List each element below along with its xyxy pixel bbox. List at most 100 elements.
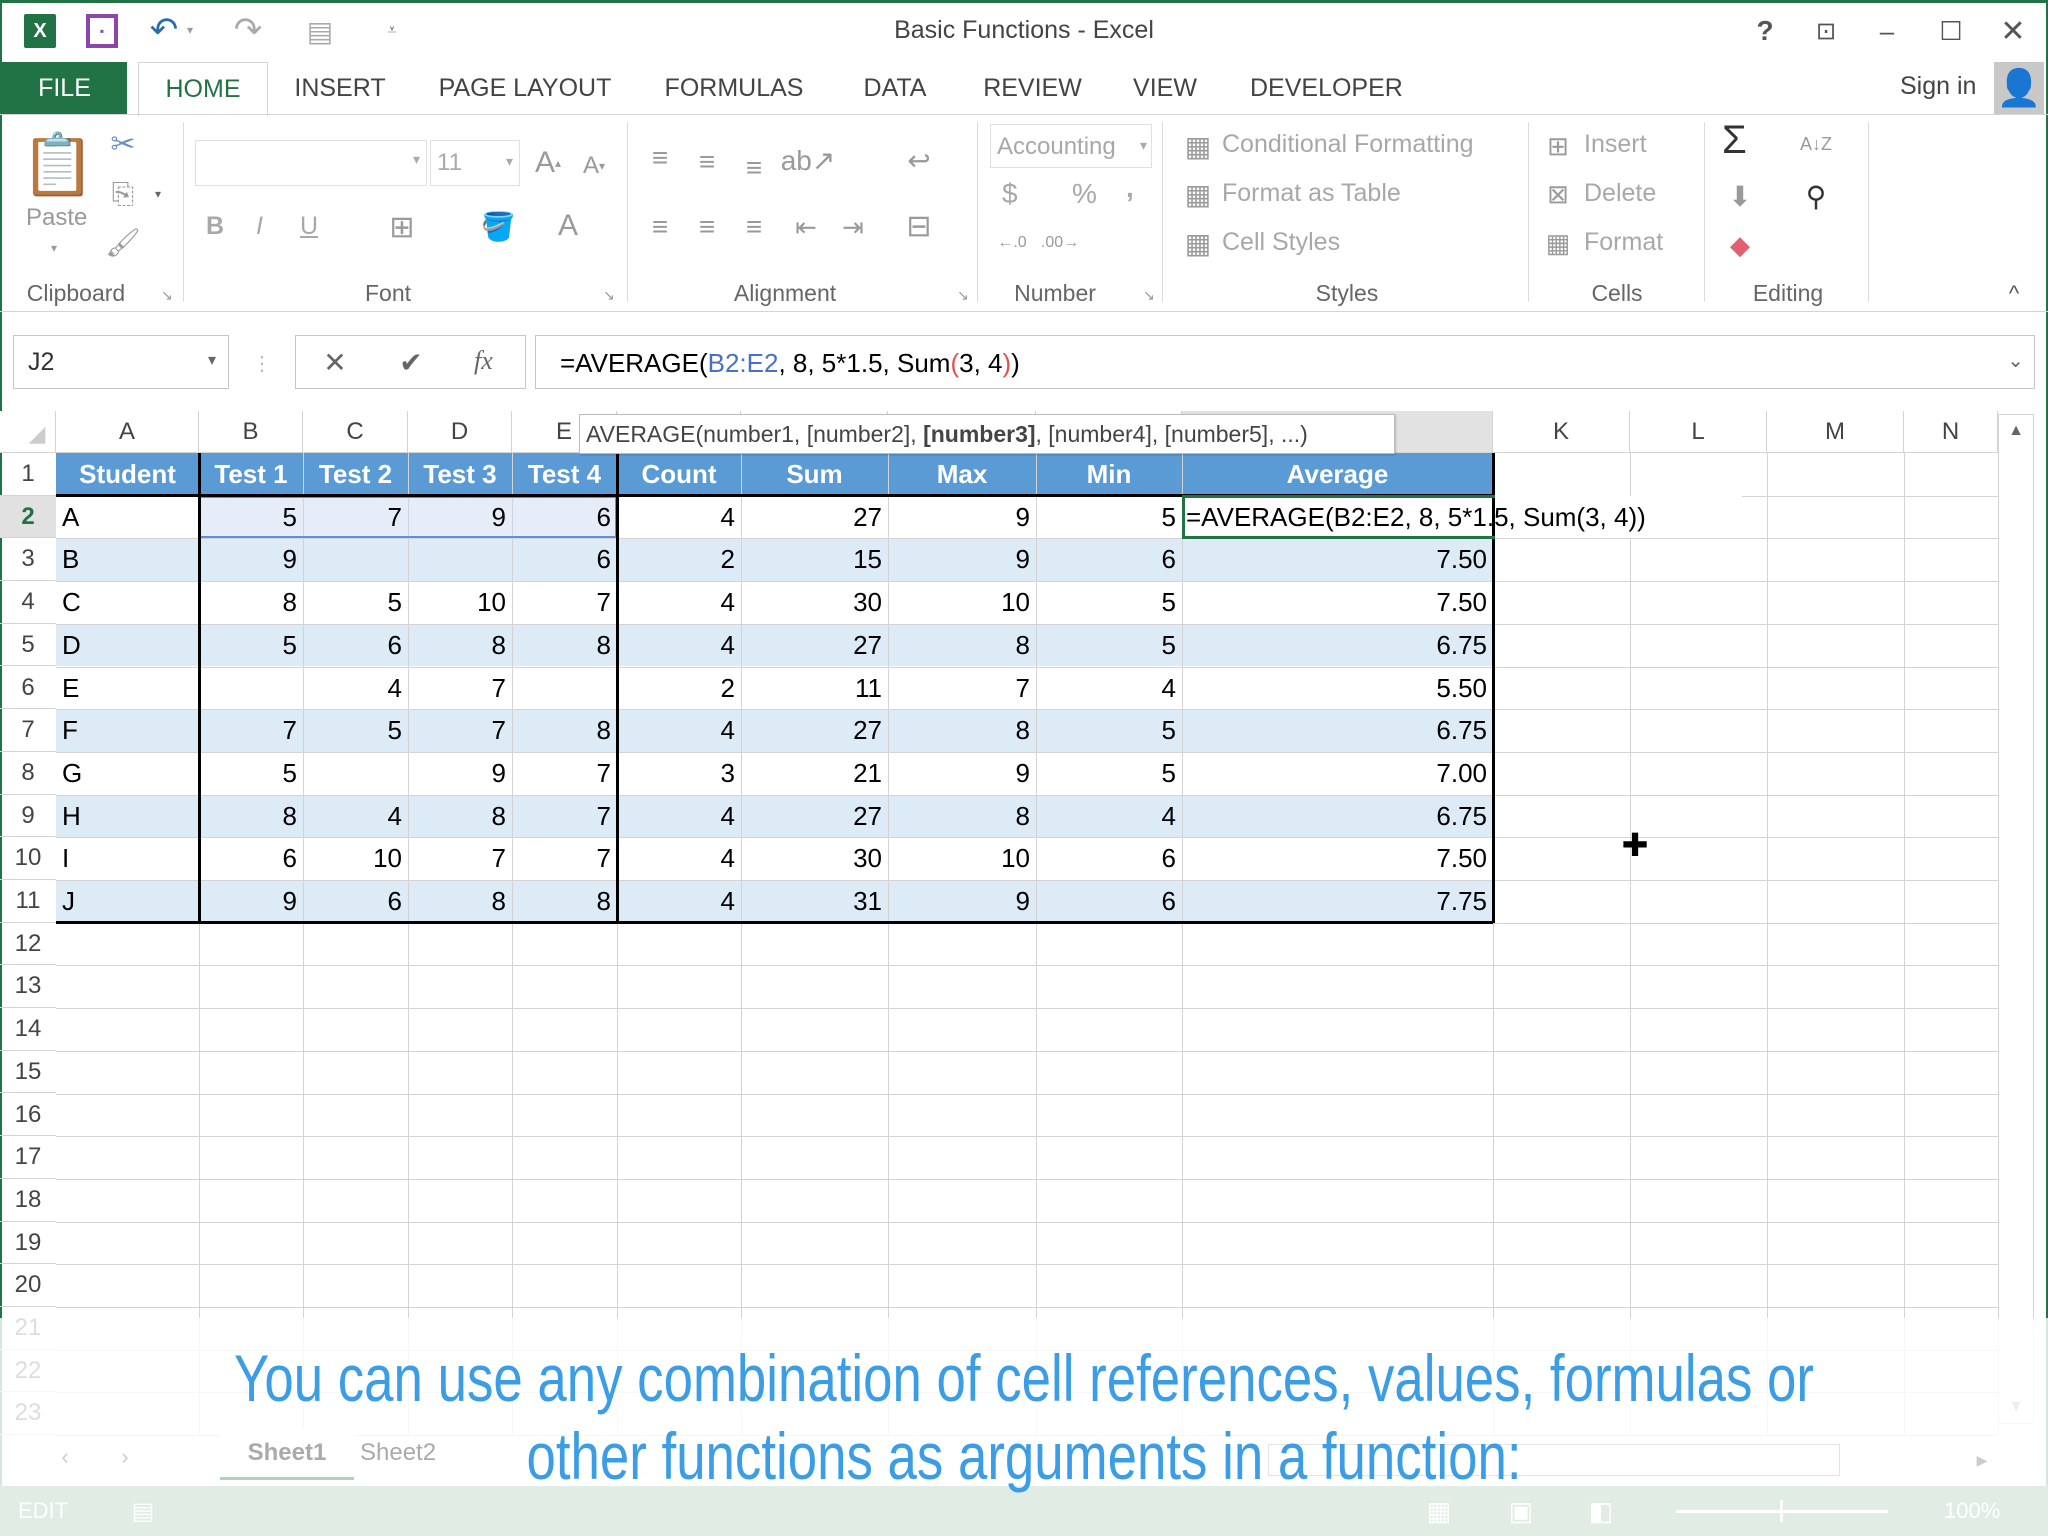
align-right-icon[interactable]: ≡ xyxy=(739,208,769,246)
row-header-4[interactable]: 4 xyxy=(0,581,56,624)
tab-review[interactable]: REVIEW xyxy=(980,62,1085,114)
tab-home[interactable]: HOME xyxy=(138,62,268,116)
table-cell[interactable]: 27 xyxy=(741,496,888,539)
decrease-indent-icon[interactable]: ⇤ xyxy=(790,208,822,246)
underline-button[interactable]: U xyxy=(300,212,318,241)
normal-view-icon[interactable]: ▦ xyxy=(1422,1494,1456,1528)
column-header-N[interactable]: N xyxy=(1904,411,1998,453)
row-header-19[interactable]: 19 xyxy=(0,1222,56,1265)
table-cell[interactable]: 9 xyxy=(199,880,303,923)
copy-icon[interactable]: ⎘ xyxy=(106,176,140,212)
table-header-cell[interactable]: Sum xyxy=(741,453,888,496)
number-launcher-icon[interactable]: ↘ xyxy=(1140,286,1158,304)
table-cell[interactable]: A xyxy=(56,496,199,539)
table-header-cell[interactable]: Max xyxy=(888,453,1036,496)
format-cells-icon[interactable]: ▦ xyxy=(1540,225,1576,261)
table-cell[interactable]: 9 xyxy=(888,496,1036,539)
table-cell[interactable]: 8 xyxy=(408,795,512,838)
row-header-1[interactable]: 1 xyxy=(0,453,56,496)
table-cell[interactable]: I xyxy=(56,837,199,880)
tab-file[interactable]: FILE xyxy=(2,62,127,114)
table-header-cell[interactable]: Test 4 xyxy=(512,453,617,496)
table-cell[interactable]: C xyxy=(56,581,199,624)
tab-page-layout[interactable]: PAGE LAYOUT xyxy=(435,62,615,114)
minimize-icon[interactable]: – xyxy=(1872,16,1902,46)
insert-cells-icon[interactable]: ⊞ xyxy=(1540,128,1576,164)
table-cell[interactable]: 4 xyxy=(617,709,741,752)
tab-developer[interactable]: DEVELOPER xyxy=(1250,62,1403,114)
prev-sheet-icon[interactable]: ‹ xyxy=(50,1440,80,1474)
table-cell[interactable]: 4 xyxy=(1036,667,1182,710)
table-cell[interactable]: 5 xyxy=(1036,624,1182,667)
percent-button[interactable]: % xyxy=(1072,178,1097,210)
table-cell[interactable]: 8 xyxy=(408,880,512,923)
bottom-align-icon[interactable]: ≡ xyxy=(739,150,769,186)
middle-align-icon[interactable]: ≡ xyxy=(692,144,722,180)
active-cell-editor[interactable]: =AVERAGE(B2:E2, 8, 5*1.5, Sum(3, 4)) xyxy=(1182,495,1742,539)
table-header-cell[interactable]: Test 2 xyxy=(303,453,408,496)
table-cell[interactable]: 30 xyxy=(741,837,888,880)
font-launcher-icon[interactable]: ↘ xyxy=(600,286,618,304)
increase-decimal-icon[interactable]: ←.0 xyxy=(992,226,1032,260)
table-header-cell[interactable]: Test 3 xyxy=(408,453,512,496)
page-layout-view-icon[interactable]: ▣ xyxy=(1504,1494,1538,1528)
cancel-icon[interactable]: ✕ xyxy=(318,344,352,380)
number-format-dropdown[interactable]: Accounting ▾ xyxy=(990,124,1152,168)
table-cell[interactable]: 5.50 xyxy=(1182,667,1493,710)
table-cell[interactable]: B xyxy=(56,538,199,581)
table-cell[interactable]: 10 xyxy=(888,837,1036,880)
page-break-view-icon[interactable]: ◧ xyxy=(1584,1494,1618,1528)
row-header-12[interactable]: 12 xyxy=(0,923,56,966)
currency-button[interactable]: $ xyxy=(1002,178,1018,210)
bold-button[interactable]: B xyxy=(206,212,224,241)
sign-in-link[interactable]: Sign in xyxy=(1900,72,1976,101)
table-cell[interactable]: 8 xyxy=(888,709,1036,752)
table-cell[interactable]: 5 xyxy=(303,581,408,624)
table-cell[interactable]: 3 xyxy=(617,752,741,795)
table-cell[interactable]: 6 xyxy=(303,624,408,667)
row-header-5[interactable]: 5 xyxy=(0,624,56,667)
name-box[interactable]: J2 ▾ xyxy=(13,335,229,389)
row-header-9[interactable]: 9 xyxy=(0,795,56,838)
zoom-level[interactable]: 100% xyxy=(1944,1498,2000,1524)
table-cell[interactable]: 9 xyxy=(408,752,512,795)
cell-styles-icon[interactable]: ▦ xyxy=(1180,225,1216,261)
row-header-14[interactable]: 14 xyxy=(0,1008,56,1051)
formula-input[interactable]: =AVERAGE(B2:E2, 8, 5*1.5, Sum(3, 4)) ⌄ xyxy=(535,335,2035,389)
fill-icon[interactable]: ⬇ xyxy=(1722,176,1758,216)
delete-cells-button[interactable]: Delete xyxy=(1584,179,1656,208)
row-header-20[interactable]: 20 xyxy=(0,1264,56,1307)
ribbon-display-options-icon[interactable]: ⊡ xyxy=(1810,16,1842,46)
paste-dropdown-icon[interactable]: ▾ xyxy=(46,240,62,256)
insert-cells-button[interactable]: Insert xyxy=(1584,130,1647,159)
table-cell[interactable]: 7 xyxy=(408,837,512,880)
table-cell[interactable]: 5 xyxy=(199,624,303,667)
row-header-17[interactable]: 17 xyxy=(0,1136,56,1179)
column-header-M[interactable]: M xyxy=(1767,411,1904,453)
cut-icon[interactable]: ✂ xyxy=(106,126,140,162)
format-as-table-button[interactable]: Format as Table xyxy=(1222,179,1401,208)
column-header-A[interactable]: A xyxy=(56,411,199,453)
table-cell[interactable]: F xyxy=(56,709,199,752)
scroll-up-icon[interactable]: ▲ xyxy=(2000,416,2032,446)
user-avatar-icon[interactable]: 👤 xyxy=(1994,62,2044,114)
increase-indent-icon[interactable]: ⇥ xyxy=(837,208,869,246)
table-cell[interactable]: 30 xyxy=(741,581,888,624)
table-cell[interactable]: 7.50 xyxy=(1182,837,1493,880)
table-cell[interactable]: 6 xyxy=(512,496,617,539)
table-cell[interactable]: 7 xyxy=(408,667,512,710)
table-cell[interactable]: 21 xyxy=(741,752,888,795)
table-cell[interactable]: 5 xyxy=(199,496,303,539)
tab-view[interactable]: VIEW xyxy=(1125,62,1205,114)
table-cell[interactable]: 5 xyxy=(303,709,408,752)
table-cell[interactable]: 6 xyxy=(512,538,617,581)
font-name-box[interactable]: ▾ xyxy=(195,140,427,186)
expand-formula-bar-icon[interactable]: ⌄ xyxy=(2007,348,2024,373)
table-cell[interactable]: 7.00 xyxy=(1182,752,1493,795)
row-header-8[interactable]: 8 xyxy=(0,752,56,795)
table-cell[interactable]: 8 xyxy=(888,624,1036,667)
table-cell[interactable]: 6.75 xyxy=(1182,795,1493,838)
sort-filter-icon[interactable]: A↓Z xyxy=(1798,124,1834,164)
sheet-tab-sheet1[interactable]: Sheet1 xyxy=(220,1428,354,1480)
next-sheet-icon[interactable]: › xyxy=(110,1440,140,1474)
